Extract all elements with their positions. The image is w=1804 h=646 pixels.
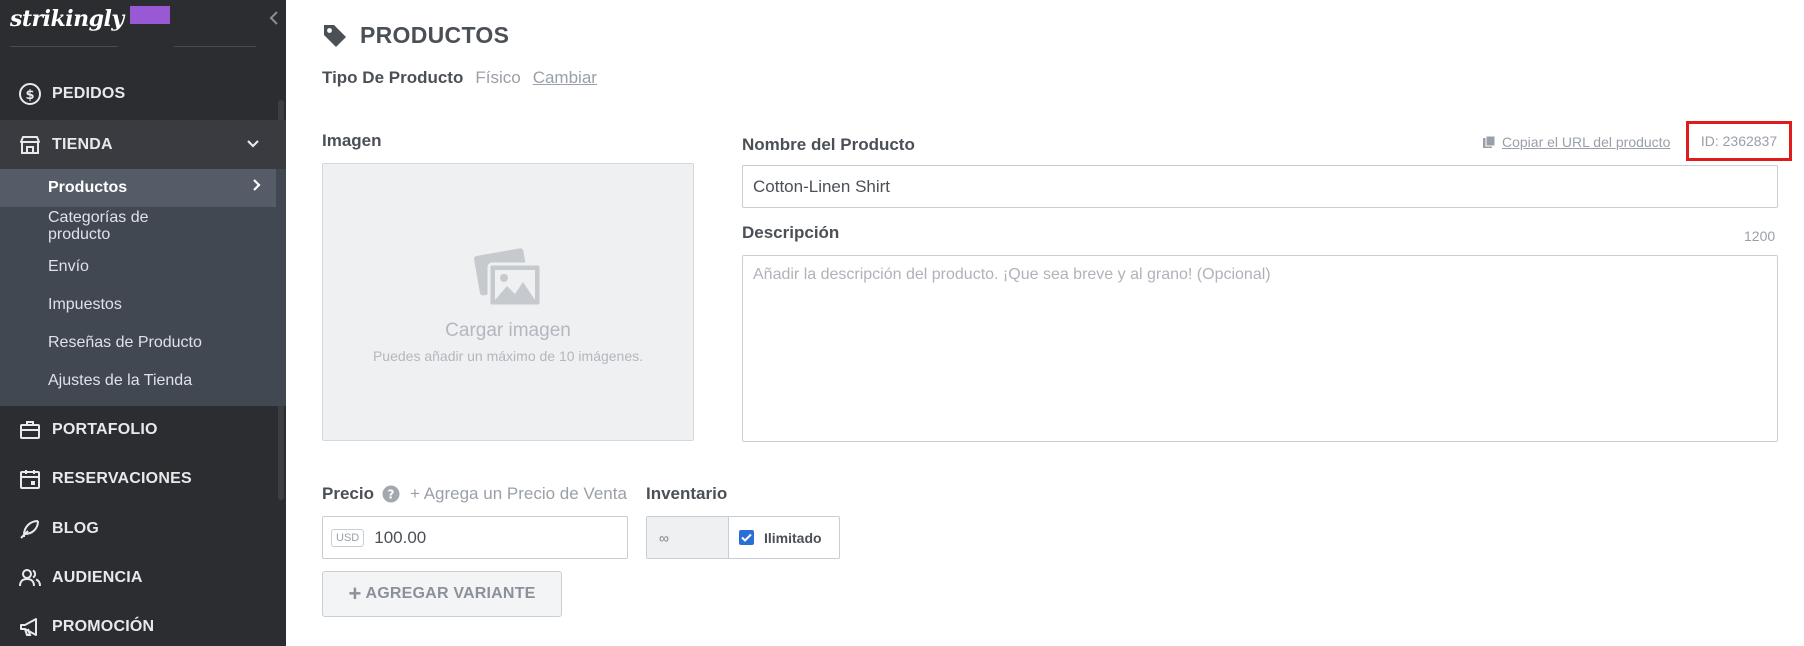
- sidebar-item-portfolio[interactable]: PORTAFOLIO: [0, 410, 286, 450]
- sidebar-item-reservations[interactable]: RESERVACIONES: [0, 459, 286, 499]
- product-id-badge: ID: 2362837: [1686, 121, 1792, 161]
- feather-icon: [18, 517, 42, 541]
- upload-image-hint: Puedes añadir un máximo de 10 imágenes.: [372, 348, 644, 364]
- sidebar-item-label: PROMOCIÓN: [52, 618, 155, 635]
- sidebar-item-label: AUDIENCIA: [52, 569, 143, 586]
- dollar-circle-icon: $: [18, 82, 42, 106]
- currency-badge: USD: [331, 528, 365, 547]
- page-title: PRODUCTOS: [322, 22, 509, 49]
- product-id-text: ID: 2362837: [1700, 133, 1778, 149]
- svg-text:?: ?: [388, 488, 395, 502]
- collapse-sidebar-icon[interactable]: [266, 8, 282, 28]
- inventory-quantity-input[interactable]: ∞: [647, 517, 729, 558]
- image-placeholder-icon: [471, 244, 547, 310]
- description-label: Descripción: [742, 223, 840, 242]
- sidebar: strikingly $ PEDIDOS TIENDA Productos Ca…: [0, 0, 286, 646]
- sidebar-item-store[interactable]: TIENDA: [0, 120, 286, 170]
- tag-icon: [322, 23, 348, 49]
- briefcase-icon: [18, 418, 42, 442]
- logo-text: strikingly: [10, 6, 124, 32]
- sidebar-subitem-label: Productos: [48, 179, 128, 196]
- sidebar-subitem-categories[interactable]: Categorías de producto: [0, 209, 200, 243]
- megaphone-icon: [18, 615, 42, 639]
- price-input[interactable]: [374, 527, 575, 548]
- sidebar-item-audience[interactable]: AUDIENCIA: [0, 558, 286, 598]
- image-upload-area[interactable]: Cargar imagen Puedes añadir un máximo de…: [322, 163, 694, 441]
- copy-product-url-link[interactable]: Copiar el URL del producto: [1482, 134, 1670, 150]
- price-header: Precio ? + Agrega un Precio de Venta: [322, 484, 627, 504]
- sidebar-subitem-taxes[interactable]: Impuestos: [0, 295, 276, 315]
- copy-product-url-label: Copiar el URL del producto: [1502, 134, 1671, 150]
- sidebar-item-orders[interactable]: $ PEDIDOS: [0, 74, 286, 114]
- product-type-value: Físico: [475, 68, 521, 87]
- logo-badge: [129, 6, 170, 24]
- product-name-label: Nombre del Producto: [742, 135, 915, 154]
- sidebar-item-label: PORTAFOLIO: [52, 421, 158, 438]
- copy-icon: [1482, 135, 1496, 149]
- store-subnav: Productos Categorías de producto Envío I…: [0, 169, 286, 406]
- sidebar-subitem-store-settings[interactable]: Ajustes de la Tienda: [0, 371, 276, 391]
- add-variant-button[interactable]: + AGREGAR VARIANTE: [322, 571, 562, 617]
- plus-icon: +: [348, 581, 362, 606]
- sidebar-subitem-products[interactable]: Productos: [0, 169, 276, 207]
- help-icon[interactable]: ?: [382, 485, 400, 503]
- unlimited-checkbox[interactable]: [739, 530, 754, 545]
- sidebar-subitem-reviews[interactable]: Reseñas de Producto: [0, 333, 276, 353]
- calendar-icon: [18, 467, 42, 491]
- svg-text:$: $: [25, 88, 34, 103]
- main-content: PRODUCTOS Tipo De Producto Físico Cambia…: [286, 0, 1804, 646]
- unlimited-inventory-toggle[interactable]: Ilimitado: [729, 517, 822, 558]
- chevron-down-icon: [246, 136, 260, 154]
- add-sale-price-link[interactable]: + Agrega un Precio de Venta: [410, 484, 627, 504]
- upload-image-title: Cargar imagen: [445, 320, 571, 341]
- price-label: Precio: [322, 484, 374, 503]
- sidebar-item-label: TIENDA: [52, 136, 113, 153]
- sidebar-subitem-shipping[interactable]: Envío: [0, 257, 276, 277]
- sidebar-item-promotion[interactable]: PROMOCIÓN: [0, 607, 286, 646]
- unlimited-label: Ilimitado: [764, 529, 822, 546]
- inventory-field: ∞ Ilimitado: [646, 516, 840, 559]
- price-field[interactable]: USD: [322, 516, 628, 559]
- sidebar-item-label: RESERVACIONES: [52, 470, 192, 487]
- product-type: Tipo De Producto Físico Cambiar: [322, 68, 597, 88]
- users-icon: [18, 566, 42, 590]
- store-icon: [18, 133, 42, 157]
- product-name-input[interactable]: [742, 165, 1778, 208]
- logo-divider: [10, 46, 256, 47]
- page-title-text: PRODUCTOS: [360, 22, 510, 48]
- logo[interactable]: strikingly: [10, 4, 170, 34]
- sidebar-item-label: BLOG: [52, 520, 100, 537]
- inventory-label: Inventario: [646, 484, 728, 503]
- change-product-type-link[interactable]: Cambiar: [533, 68, 597, 88]
- description-textarea[interactable]: [742, 255, 1778, 442]
- sidebar-item-label: PEDIDOS: [52, 85, 126, 102]
- sidebar-item-blog[interactable]: BLOG: [0, 509, 286, 549]
- image-label: Imagen: [322, 131, 382, 150]
- chevron-right-icon: [252, 169, 262, 207]
- add-variant-label: AGREGAR VARIANTE: [365, 585, 536, 602]
- product-type-label: Tipo De Producto: [322, 68, 464, 87]
- description-char-limit: 1200: [1744, 228, 1776, 244]
